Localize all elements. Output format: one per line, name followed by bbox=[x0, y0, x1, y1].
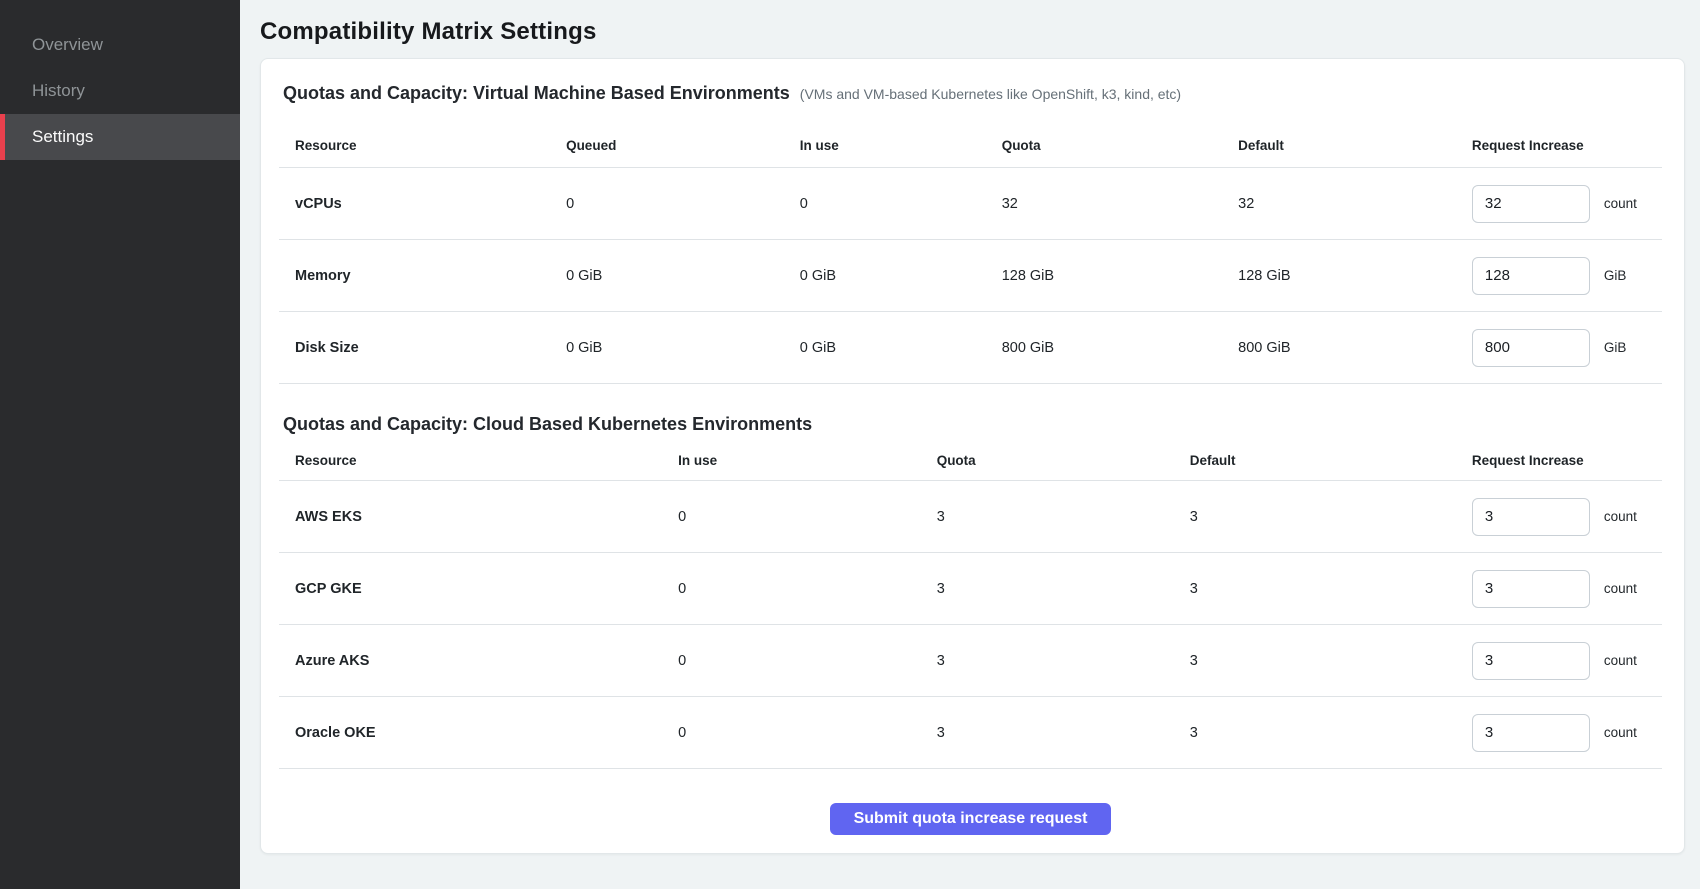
request-increase-cell: count bbox=[1456, 697, 1662, 769]
column-header-request-increase: Request Increase bbox=[1456, 435, 1662, 481]
quota-cell: 800 GiB bbox=[986, 312, 1222, 384]
unit-label: count bbox=[1604, 509, 1637, 524]
sidebar-item-overview[interactable]: Overview bbox=[0, 22, 240, 68]
sidebar: Overview History Settings bbox=[0, 0, 240, 889]
in-use-cell: 0 bbox=[662, 697, 921, 769]
column-header-default: Default bbox=[1174, 435, 1456, 481]
in-use-cell: 0 bbox=[662, 553, 921, 625]
request-increase-cell: count bbox=[1456, 625, 1662, 697]
column-header-in-use: In use bbox=[662, 435, 921, 481]
request-increase-cell: count bbox=[1456, 168, 1662, 240]
table-row-memory: Memory 0 GiB 0 GiB 128 GiB 128 GiB GiB bbox=[279, 240, 1662, 312]
resource-cell: Oracle OKE bbox=[279, 697, 662, 769]
sidebar-item-label: Settings bbox=[32, 127, 93, 147]
resource-cell: vCPUs bbox=[279, 168, 550, 240]
default-cell: 3 bbox=[1174, 625, 1456, 697]
table-row-disk-size: Disk Size 0 GiB 0 GiB 800 GiB 800 GiB Gi… bbox=[279, 312, 1662, 384]
resource-cell: Disk Size bbox=[279, 312, 550, 384]
resource-cell: Memory bbox=[279, 240, 550, 312]
quota-cell: 128 GiB bbox=[986, 240, 1222, 312]
table-row-aws-eks: AWS EKS 0 3 3 count bbox=[279, 481, 1662, 553]
quota-cell: 3 bbox=[921, 625, 1174, 697]
column-header-request-increase: Request Increase bbox=[1456, 104, 1662, 168]
sidebar-item-label: History bbox=[32, 81, 85, 101]
sidebar-item-label: Overview bbox=[32, 35, 103, 55]
default-cell: 800 GiB bbox=[1222, 312, 1456, 384]
settings-card: Quotas and Capacity: Virtual Machine Bas… bbox=[260, 58, 1685, 854]
table-row-vcpus: vCPUs 0 0 32 32 count bbox=[279, 168, 1662, 240]
default-cell: 128 GiB bbox=[1222, 240, 1456, 312]
cloud-section-header: Quotas and Capacity: Cloud Based Kuberne… bbox=[279, 384, 1662, 435]
request-increase-cell: GiB bbox=[1456, 240, 1662, 312]
request-increase-input-memory[interactable] bbox=[1472, 257, 1590, 295]
request-increase-input-oracle-oke[interactable] bbox=[1472, 714, 1590, 752]
request-increase-input-vcpus[interactable] bbox=[1472, 185, 1590, 223]
request-increase-input-disk-size[interactable] bbox=[1472, 329, 1590, 367]
sidebar-item-settings[interactable]: Settings bbox=[0, 114, 240, 160]
default-cell: 3 bbox=[1174, 481, 1456, 553]
column-header-resource: Resource bbox=[279, 435, 662, 481]
default-cell: 3 bbox=[1174, 697, 1456, 769]
column-header-quota: Quota bbox=[986, 104, 1222, 168]
resource-cell: GCP GKE bbox=[279, 553, 662, 625]
request-increase-cell: GiB bbox=[1456, 312, 1662, 384]
table-row-oracle-oke: Oracle OKE 0 3 3 count bbox=[279, 697, 1662, 769]
main-content: Compatibility Matrix Settings Quotas and… bbox=[240, 0, 1700, 889]
in-use-cell: 0 GiB bbox=[784, 312, 986, 384]
request-increase-cell: count bbox=[1456, 553, 1662, 625]
column-header-default: Default bbox=[1222, 104, 1456, 168]
cloud-section-title: Quotas and Capacity: Cloud Based Kuberne… bbox=[283, 414, 812, 435]
unit-label: count bbox=[1604, 581, 1637, 596]
queued-cell: 0 bbox=[550, 168, 784, 240]
quota-cell: 3 bbox=[921, 553, 1174, 625]
vm-section-header: Quotas and Capacity: Virtual Machine Bas… bbox=[279, 59, 1662, 104]
in-use-cell: 0 bbox=[784, 168, 986, 240]
resource-cell: Azure AKS bbox=[279, 625, 662, 697]
unit-label: count bbox=[1604, 653, 1637, 668]
default-cell: 32 bbox=[1222, 168, 1456, 240]
unit-label: GiB bbox=[1604, 340, 1627, 355]
cloud-quota-table: Resource In use Quota Default Request In… bbox=[279, 435, 1662, 769]
request-increase-input-azure-aks[interactable] bbox=[1472, 642, 1590, 680]
column-header-queued: Queued bbox=[550, 104, 784, 168]
table-row-azure-aks: Azure AKS 0 3 3 count bbox=[279, 625, 1662, 697]
quota-cell: 32 bbox=[986, 168, 1222, 240]
quota-cell: 3 bbox=[921, 481, 1174, 553]
unit-label: count bbox=[1604, 196, 1637, 211]
unit-label: count bbox=[1604, 725, 1637, 740]
unit-label: GiB bbox=[1604, 268, 1627, 283]
queued-cell: 0 GiB bbox=[550, 240, 784, 312]
cloud-table-header-row: Resource In use Quota Default Request In… bbox=[279, 435, 1662, 481]
queued-cell: 0 GiB bbox=[550, 312, 784, 384]
sidebar-item-history[interactable]: History bbox=[0, 68, 240, 114]
vm-section-title: Quotas and Capacity: Virtual Machine Bas… bbox=[283, 83, 790, 104]
column-header-quota: Quota bbox=[921, 435, 1174, 481]
page-title: Compatibility Matrix Settings bbox=[260, 18, 1685, 46]
card-footer: Submit quota increase request bbox=[279, 803, 1662, 835]
in-use-cell: 0 bbox=[662, 481, 921, 553]
request-increase-input-aws-eks[interactable] bbox=[1472, 498, 1590, 536]
vm-quota-table: Resource Queued In use Quota Default Req… bbox=[279, 104, 1662, 384]
column-header-in-use: In use bbox=[784, 104, 986, 168]
quota-cell: 3 bbox=[921, 697, 1174, 769]
in-use-cell: 0 GiB bbox=[784, 240, 986, 312]
request-increase-cell: count bbox=[1456, 481, 1662, 553]
column-header-resource: Resource bbox=[279, 104, 550, 168]
submit-quota-increase-button[interactable]: Submit quota increase request bbox=[830, 803, 1112, 835]
resource-cell: AWS EKS bbox=[279, 481, 662, 553]
table-row-gcp-gke: GCP GKE 0 3 3 count bbox=[279, 553, 1662, 625]
in-use-cell: 0 bbox=[662, 625, 921, 697]
default-cell: 3 bbox=[1174, 553, 1456, 625]
sidebar-nav: Overview History Settings bbox=[0, 22, 240, 160]
request-increase-input-gcp-gke[interactable] bbox=[1472, 570, 1590, 608]
vm-section-subtitle: (VMs and VM-based Kubernetes like OpenSh… bbox=[800, 86, 1181, 102]
vm-table-header-row: Resource Queued In use Quota Default Req… bbox=[279, 104, 1662, 168]
